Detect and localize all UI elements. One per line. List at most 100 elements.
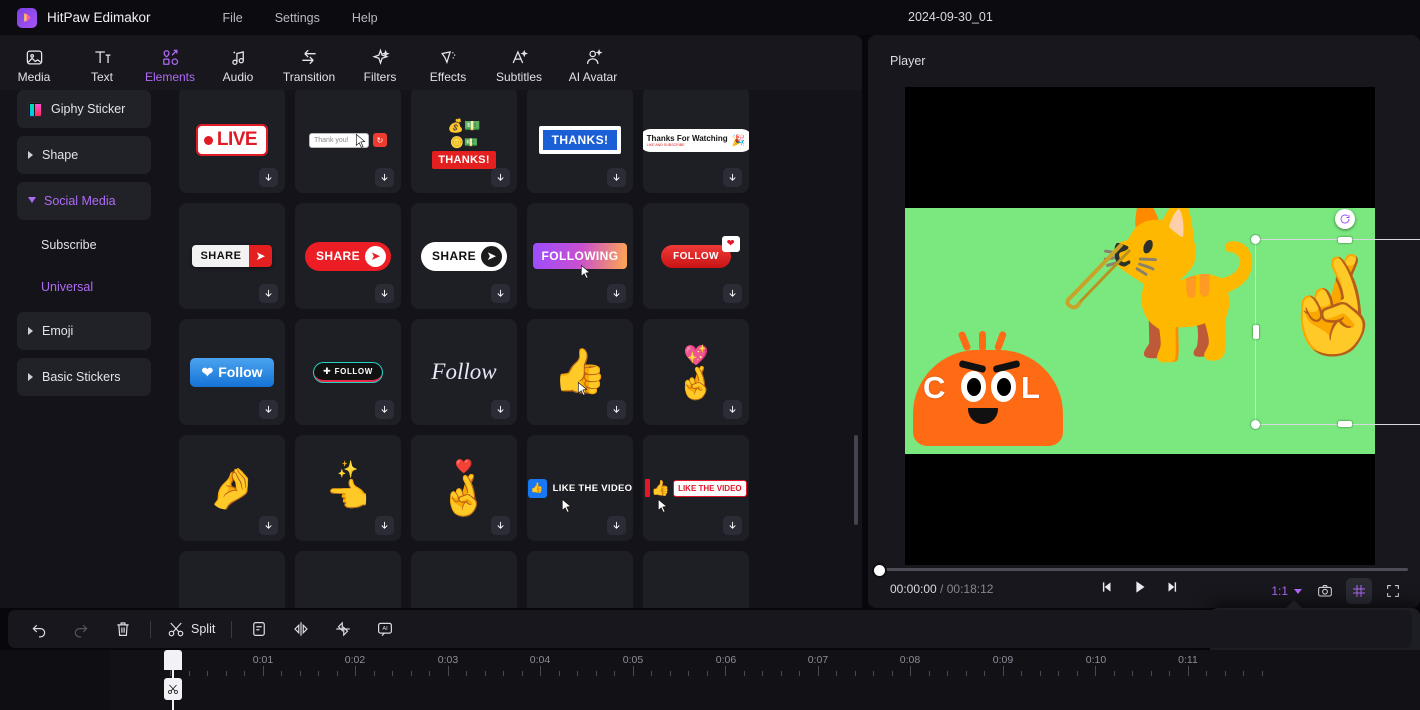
ribbon-tab-transition[interactable]: Transition — [272, 42, 346, 84]
download-icon[interactable] — [491, 284, 510, 303]
snapshot-button[interactable] — [1312, 578, 1338, 604]
resize-handle-bl[interactable] — [1251, 420, 1260, 429]
ribbon-tab-subtitles[interactable]: Subtitles — [482, 42, 556, 84]
ribbon-tab-effects[interactable]: Effects — [414, 42, 482, 84]
sticker-card-like-the-video-blue[interactable]: 👍 LIKE THE VIDEO — [527, 435, 633, 541]
ribbon-tab-media[interactable]: Media — [0, 42, 68, 84]
download-icon[interactable] — [375, 284, 394, 303]
menu-settings[interactable]: Settings — [259, 7, 336, 29]
sticker-card-follow-dark-neon[interactable]: ✚ FOLLOW — [295, 319, 401, 425]
sticker-card-like-the-video-circle[interactable]: 👍LIKE THE VIDEO — [295, 551, 401, 608]
play-button[interactable] — [1132, 579, 1147, 600]
seek-track[interactable] — [882, 568, 1408, 571]
ribbon-tab-audio[interactable]: Audio — [204, 42, 272, 84]
next-frame-button[interactable] — [1165, 580, 1179, 599]
download-icon[interactable] — [259, 168, 278, 187]
sticker-card-follow-script[interactable]: Follow — [411, 319, 517, 425]
crop-button[interactable] — [238, 610, 280, 648]
sidebar-item-giphy-sticker[interactable]: Giphy Sticker — [17, 90, 151, 128]
sticker-text: FOLLOW — [673, 250, 719, 262]
sticker-card-follow-blue[interactable]: ❤ Follow — [179, 319, 285, 425]
sticker-card-thumbs-up[interactable]: 👍 — [527, 319, 633, 425]
sticker-card-engagement-stats[interactable]: 💬80 ❤200 👤60 — [411, 551, 517, 608]
menu-help[interactable]: Help — [336, 7, 394, 29]
ai-button[interactable]: AI — [364, 610, 406, 648]
grid-scrollbar[interactable] — [854, 435, 858, 525]
timeline-ruler[interactable]: 0:01 0:02 0:03 0:04 0:05 0:06 0:07 0:08 … — [110, 650, 1420, 676]
download-icon[interactable] — [607, 516, 626, 535]
tool-ribbon: Media Text Elements Audio Transition Fil… — [0, 35, 862, 90]
sticker-card-thank-you-input[interactable]: Thank you! ↻ — [295, 90, 401, 193]
sticker-card-like-the-video-red[interactable]: 👍 LIKE THE VIDEO — [643, 435, 749, 541]
download-icon[interactable] — [259, 516, 278, 535]
sticker-card-following[interactable]: FOLLOWING — [527, 203, 633, 309]
selection-box[interactable]: 🤞 — [1251, 209, 1420, 429]
sidebar-item-emoji[interactable]: Emoji — [17, 312, 151, 350]
sticker-card-follow-red-heart[interactable]: FOLLOW ❤ — [643, 203, 749, 309]
download-icon[interactable] — [723, 284, 742, 303]
sticker-card-star-score[interactable]: ★83 — [643, 551, 749, 608]
flip-button[interactable] — [322, 610, 364, 648]
download-icon[interactable] — [607, 168, 626, 187]
sticker-card-finger-heart-hearts[interactable]: 💖 🤞 — [643, 319, 749, 425]
sticker-card-check-it-out[interactable]: 👇 CHECK IT OUT 👇 — [179, 551, 285, 608]
cursor-icon — [657, 498, 670, 520]
ribbon-tab-filters[interactable]: Filters — [346, 42, 414, 84]
grid-button[interactable] — [1346, 578, 1372, 604]
download-icon[interactable] — [607, 284, 626, 303]
download-icon[interactable] — [607, 400, 626, 419]
download-icon[interactable] — [375, 168, 394, 187]
ribbon-tab-ai-avatar[interactable]: AI Avatar — [556, 42, 630, 84]
share-arrow-icon: ➤ — [249, 245, 272, 267]
playhead-handle[interactable] — [164, 650, 182, 670]
resize-handle-b[interactable] — [1338, 421, 1352, 427]
sticker-card-finger-heart-pot[interactable]: ❤️ 🤞 — [411, 435, 517, 541]
download-icon[interactable] — [723, 516, 742, 535]
resize-handle-t[interactable] — [1338, 237, 1352, 243]
sticker-card-thanks-for-watching[interactable]: Thanks For Watching LIKE AND SUBSCRIBE 🎉 — [643, 90, 749, 193]
download-icon[interactable] — [259, 400, 278, 419]
ribbon-tab-text[interactable]: Text — [68, 42, 136, 84]
playhead-scissors-icon[interactable] — [164, 678, 182, 700]
sticker-card-share-white-pill[interactable]: SHARE ➤ — [411, 203, 517, 309]
sidebar-item-basic-stickers[interactable]: Basic Stickers — [17, 358, 151, 396]
heart-icon: ❤ — [721, 235, 740, 252]
sticker-card-live[interactable]: LIVE — [179, 90, 285, 193]
aspect-ratio-selector[interactable]: 1:1 — [1269, 580, 1304, 602]
rotate-handle[interactable] — [1335, 209, 1355, 229]
download-icon[interactable] — [259, 284, 278, 303]
sticker-card-youtube-million[interactable]: 196 MILLION — [527, 551, 633, 608]
mirror-button[interactable] — [280, 610, 322, 648]
resize-handle-l[interactable] — [1253, 325, 1259, 339]
sidebar-item-subscribe[interactable]: Subscribe — [17, 228, 151, 262]
finger-heart-icon: 🤞 — [439, 473, 489, 518]
sticker-card-thanks-blue[interactable]: THANKS! — [527, 90, 633, 193]
download-icon[interactable] — [375, 516, 394, 535]
resize-handle-tl[interactable] — [1251, 235, 1260, 244]
sticker-card-hand-point-stars[interactable]: ✨ 👈 — [295, 435, 401, 541]
sticker-card-thanks-money[interactable]: 💰💵 🪙💵 THANKS! — [411, 90, 517, 193]
download-icon[interactable] — [723, 168, 742, 187]
delete-button[interactable] — [102, 610, 144, 648]
download-icon[interactable] — [375, 400, 394, 419]
download-icon[interactable] — [723, 400, 742, 419]
previous-frame-button[interactable] — [1100, 580, 1114, 599]
download-icon[interactable] — [491, 168, 510, 187]
playhead[interactable] — [164, 650, 182, 710]
sticker-card-hand-pinch[interactable]: 🤌 — [179, 435, 285, 541]
sidebar-item-universal[interactable]: Universal — [17, 270, 151, 304]
fullscreen-button[interactable] — [1380, 578, 1406, 604]
ruler-tick — [1150, 671, 1152, 676]
sticker-card-share-flat[interactable]: SHARE ➤ — [179, 203, 285, 309]
undo-button[interactable] — [18, 610, 60, 648]
menu-file[interactable]: File — [207, 7, 259, 29]
ribbon-tab-elements[interactable]: Elements — [136, 42, 204, 84]
split-button[interactable]: Split — [157, 610, 225, 648]
sidebar-item-shape[interactable]: Shape — [17, 136, 151, 174]
download-icon[interactable] — [491, 516, 510, 535]
sticker-card-share-red-pill[interactable]: SHARE ➤ — [295, 203, 401, 309]
download-icon[interactable] — [491, 400, 510, 419]
sidebar-item-social-media[interactable]: Social Media — [17, 182, 151, 220]
seek-bar[interactable] — [868, 562, 1420, 578]
redo-button[interactable] — [60, 610, 102, 648]
